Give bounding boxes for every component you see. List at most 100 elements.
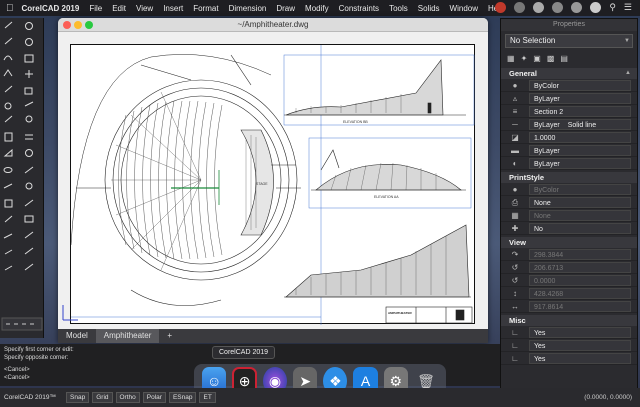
airplay-icon[interactable] (552, 2, 564, 13)
drawing-window: ~/Amphitheater.dwg ELEVATION BB ELEVATIO… (58, 18, 488, 343)
prop-view-center-y-value: 206.6713 (529, 261, 631, 273)
color-icon: ● (512, 80, 518, 90)
prop-view-center-x[interactable]: ↷ 298.3844 (501, 248, 637, 261)
prop-misc-3[interactable]: ∟ Yes (501, 352, 637, 365)
prop-print-color-value[interactable]: ByColor (529, 183, 631, 195)
prop-color[interactable]: ● ByColor (501, 79, 637, 92)
prop-misc-2[interactable]: ∟ Yes (501, 339, 637, 352)
prop-scale[interactable]: ◪ 1.0000 (501, 131, 637, 144)
prop-layer[interactable]: ▵ ByLayer (501, 92, 637, 105)
menu-view[interactable]: View (136, 4, 153, 13)
etrack-toggle[interactable]: ET (199, 392, 216, 403)
list-icon[interactable]: ☰ (624, 2, 632, 13)
user-icon[interactable] (590, 2, 602, 13)
prop-view-center-z[interactable]: ↺ 0.0000 (501, 274, 637, 287)
prop-view-center-y[interactable]: ↺ 206.6713 (501, 261, 637, 274)
center-y-icon: ↺ (511, 262, 519, 272)
prop-print-style-value[interactable]: None (529, 196, 631, 208)
menu-modify[interactable]: Modify (305, 4, 329, 13)
prop-print-style[interactable]: ⎙ None (501, 196, 637, 209)
section-view[interactable]: View (501, 237, 637, 248)
close-button[interactable] (63, 21, 71, 29)
search-icon[interactable]: ⚲ (609, 2, 616, 13)
status-app-icon-2[interactable] (514, 2, 526, 13)
status-app-icon[interactable] (495, 2, 507, 13)
amphitheater-drawing: ELEVATION BB ELEVATION AA STAGE AMPHITHE… (70, 45, 475, 325)
line-tool-icon (4, 21, 13, 29)
prop-color-value[interactable]: ByColor (529, 79, 631, 91)
polyline-tool-icon (4, 37, 13, 45)
selection-dropdown[interactable]: No Selection ▼ (505, 34, 633, 48)
menu-insert[interactable]: Insert (163, 4, 183, 13)
menu-draw[interactable]: Draw (276, 4, 295, 13)
prop-misc-3-value[interactable]: Yes (529, 352, 631, 364)
prop-layer-value[interactable]: ByLayer (529, 92, 631, 104)
menu-file[interactable]: File (89, 4, 102, 13)
menu-format[interactable]: Format (193, 4, 218, 13)
selection-value: No Selection (510, 36, 556, 45)
snap-toggle[interactable]: Snap (66, 392, 90, 403)
menu-edit[interactable]: Edit (112, 4, 126, 13)
menu-bar:  CorelCAD 2019 File Edit View Insert Fo… (0, 0, 640, 16)
prop-print-table[interactable]: ▦ None (501, 209, 637, 222)
center-x-icon: ↷ (511, 249, 519, 259)
document-title: ~/Amphitheater.dwg (237, 20, 309, 29)
prop-scale-value[interactable]: 1.0000 (529, 131, 631, 143)
esnap-toggle[interactable]: ESnap (168, 392, 197, 403)
select-objects-icon[interactable]: ✦ (521, 54, 528, 63)
menu-solids[interactable]: Solids (418, 4, 440, 13)
layout-icon[interactable]: ▩ (547, 54, 555, 63)
tab-amphitheater[interactable]: Amphitheater (95, 329, 160, 343)
properties-panel: Properties No Selection ▼ ▦ ✦ ▣ ▩ ▤ Gene… (500, 18, 638, 390)
battery-icon[interactable] (571, 2, 583, 13)
print-style-icon: ⎙ (511, 197, 519, 207)
hatch-tool-icon (4, 199, 13, 208)
prop-view-height-value: 428.4268 (529, 287, 631, 299)
height-icon: ↕ (513, 288, 517, 298)
section-misc[interactable]: Misc (501, 315, 637, 326)
polar-toggle[interactable]: Polar (142, 392, 166, 403)
prop-transparency-value[interactable]: ByLayer (529, 157, 631, 169)
menu-constraints[interactable]: Constraints (339, 4, 379, 13)
prop-print-attached[interactable]: ✚ No (501, 222, 637, 235)
prop-transparency[interactable]: ◐ ByLayer (501, 157, 637, 170)
prop-lineweight[interactable]: ▬ ByLayer (501, 144, 637, 157)
menu-window[interactable]: Window (450, 4, 478, 13)
prop-linestyle[interactable]: ≡ Section 2 (501, 105, 637, 118)
scale-icon: ◪ (511, 132, 519, 142)
toggle-icon[interactable]: ▤ (560, 54, 568, 63)
grid-toggle[interactable]: Grid (92, 392, 113, 403)
menu-dimension[interactable]: Dimension (229, 4, 267, 13)
prop-print-attached-value[interactable]: No (529, 222, 631, 234)
tab-model[interactable]: Model (58, 329, 96, 343)
zoom-button[interactable] (85, 21, 93, 29)
wifi-icon[interactable] (533, 2, 545, 13)
apple-icon[interactable]:  (6, 3, 14, 14)
prop-misc-2-value[interactable]: Yes (529, 339, 631, 351)
ucs-viewport-icon: ∟ (511, 353, 519, 363)
minimize-button[interactable] (74, 21, 82, 29)
prop-view-center-z-value: 0.0000 (529, 274, 631, 286)
drawing-canvas[interactable]: ELEVATION BB ELEVATION AA STAGE AMPHITHE… (58, 32, 488, 329)
ortho-toggle[interactable]: Ortho (115, 392, 140, 403)
prop-linescale-value[interactable]: ByLayer Solid line (529, 118, 631, 130)
lineweight-icon: ▬ (511, 145, 519, 155)
prop-print-color[interactable]: ● ByColor (501, 183, 637, 196)
filter-icon[interactable]: ▣ (533, 54, 541, 63)
elevation-aa-label: ELEVATION AA (374, 195, 399, 199)
prop-misc-1[interactable]: ∟ Yes (501, 326, 637, 339)
section-misc-label: Misc (509, 316, 526, 325)
prop-view-height[interactable]: ↕ 428.4268 (501, 287, 637, 300)
prop-linestyle-value[interactable]: Section 2 (529, 105, 631, 117)
section-printstyle[interactable]: PrintStyle (501, 172, 637, 183)
menu-tools[interactable]: Tools (389, 4, 408, 13)
center-z-icon: ↺ (511, 275, 519, 285)
section-general[interactable]: General ▲ (501, 68, 637, 79)
quick-select-icon[interactable]: ▦ (507, 54, 515, 63)
app-menu[interactable]: CorelCAD 2019 (22, 4, 80, 13)
prop-misc-1-value[interactable]: Yes (529, 326, 631, 338)
prop-view-width[interactable]: ↔ 917.8614 (501, 300, 637, 313)
add-tab-button[interactable]: + (159, 329, 180, 343)
prop-lineweight-value[interactable]: ByLayer (529, 144, 631, 156)
prop-linescale[interactable]: ─ ByLayer Solid line (501, 118, 637, 131)
